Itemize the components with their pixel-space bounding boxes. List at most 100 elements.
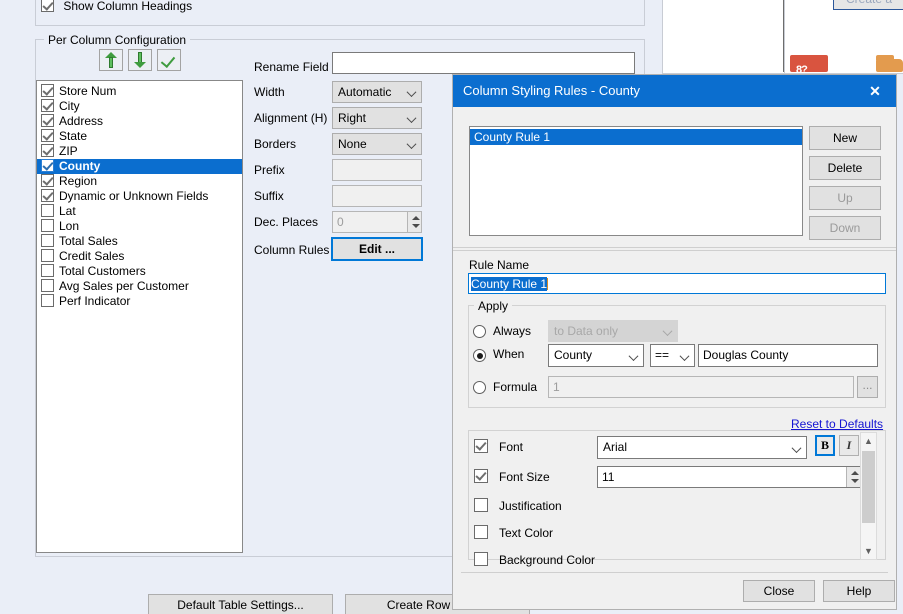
apply-formula-radio[interactable] bbox=[473, 381, 486, 394]
column-list-item[interactable]: Total Customers bbox=[37, 264, 242, 279]
column-checkbox[interactable] bbox=[41, 249, 54, 262]
reset-to-defaults-link[interactable]: Reset to Defaults bbox=[791, 417, 883, 431]
style-option-checkbox[interactable] bbox=[474, 469, 488, 483]
column-list-item[interactable]: Region bbox=[37, 174, 242, 189]
rule-name-label: Rule Name bbox=[469, 258, 530, 272]
italic-button[interactable]: I bbox=[839, 435, 859, 456]
style-option-checkbox[interactable] bbox=[474, 552, 488, 566]
column-checkbox[interactable] bbox=[41, 264, 54, 277]
column-checkbox[interactable] bbox=[41, 219, 54, 232]
column-checkbox[interactable] bbox=[41, 114, 54, 127]
column-checkbox[interactable] bbox=[41, 279, 54, 292]
column-list-item[interactable]: Perf Indicator bbox=[37, 294, 242, 309]
prefix-input[interactable] bbox=[332, 159, 422, 181]
column-list-item[interactable]: Lat bbox=[37, 204, 242, 219]
scrollbar-thumb[interactable] bbox=[862, 451, 875, 523]
apply-when-label: When bbox=[493, 347, 525, 361]
show-column-headings-checkbox[interactable] bbox=[41, 0, 54, 12]
check-all-button[interactable] bbox=[157, 49, 181, 71]
chevron-down-icon bbox=[791, 442, 802, 453]
apply-always-radio[interactable] bbox=[473, 325, 486, 338]
rename-field-input[interactable] bbox=[332, 52, 635, 74]
column-list-item[interactable]: Dynamic or Unknown Fields bbox=[37, 189, 242, 204]
dialog-title: Column Styling Rules - County bbox=[463, 83, 641, 98]
chevron-down-icon bbox=[679, 350, 690, 361]
font-size-input[interactable]: 11 bbox=[597, 466, 861, 488]
edit-column-rules-button[interactable]: Edit ... bbox=[331, 237, 423, 261]
alignment-select[interactable]: Right bbox=[332, 107, 422, 129]
style-option-checkbox[interactable] bbox=[474, 498, 488, 512]
rule-name-input[interactable]: County Rule 1 bbox=[468, 273, 886, 294]
apply-when-field-select[interactable]: County bbox=[548, 344, 644, 367]
column-checkbox[interactable] bbox=[41, 84, 54, 97]
column-list-item[interactable]: Avg Sales per Customer bbox=[37, 279, 242, 294]
apply-when-value-input[interactable]: Douglas County bbox=[698, 344, 878, 367]
dialog-separator-bottom bbox=[453, 250, 896, 251]
apply-when-radio[interactable] bbox=[473, 349, 486, 362]
column-checkbox[interactable] bbox=[41, 99, 54, 112]
close-icon[interactable]: ✕ bbox=[854, 75, 896, 107]
rules-list-item[interactable]: County Rule 1 bbox=[470, 129, 802, 145]
rule-down-button[interactable]: Down bbox=[809, 216, 881, 240]
dialog-titlebar[interactable]: Column Styling Rules - County ✕ bbox=[453, 75, 896, 107]
column-list-item[interactable]: Lon bbox=[37, 219, 242, 234]
font-size-stepper[interactable] bbox=[846, 467, 860, 487]
style-option-checkbox[interactable] bbox=[474, 525, 488, 539]
column-list-item[interactable]: State bbox=[37, 129, 242, 144]
column-list-item[interactable]: Address bbox=[37, 114, 242, 129]
apply-always-label: Always bbox=[493, 324, 532, 338]
column-label: Avg Sales per Customer bbox=[59, 279, 189, 293]
move-up-button[interactable] bbox=[99, 49, 123, 71]
create-button-background[interactable]: Create a bbox=[833, 0, 903, 10]
column-label: Total Sales bbox=[59, 234, 118, 248]
rule-new-button[interactable]: New bbox=[809, 126, 881, 150]
column-checkbox[interactable] bbox=[41, 294, 54, 307]
stepper-up-icon[interactable] bbox=[412, 216, 420, 220]
style-options-scrollbar[interactable]: ▲ ▼ bbox=[860, 432, 877, 560]
scroll-up-icon[interactable]: ▲ bbox=[861, 433, 876, 449]
font-select[interactable]: Arial bbox=[597, 436, 807, 459]
dec-places-label: Dec. Places bbox=[254, 215, 319, 229]
column-checkbox[interactable] bbox=[41, 189, 54, 202]
column-checkbox[interactable] bbox=[41, 174, 54, 187]
apply-formula-browse-button[interactable]: ... bbox=[857, 376, 878, 398]
stepper-down-icon[interactable] bbox=[412, 224, 420, 228]
show-column-headings-row[interactable]: Show Column Headings bbox=[41, 0, 261, 15]
column-list[interactable]: Store Num City Address State ZIP County Region… bbox=[36, 80, 243, 553]
chevron-down-icon bbox=[662, 326, 673, 337]
column-list-item[interactable]: County bbox=[37, 159, 242, 174]
column-checkbox[interactable] bbox=[41, 129, 54, 142]
column-list-item[interactable]: Store Num bbox=[37, 84, 242, 99]
text-caret bbox=[547, 278, 549, 290]
style-option-checkbox[interactable] bbox=[474, 439, 488, 453]
column-checkbox[interactable] bbox=[41, 204, 54, 217]
column-checkbox[interactable] bbox=[41, 144, 54, 157]
column-checkbox[interactable] bbox=[41, 234, 54, 247]
apply-formula-input[interactable]: 1 bbox=[548, 376, 854, 398]
column-label: Lat bbox=[59, 204, 76, 218]
column-list-item[interactable]: City bbox=[37, 99, 242, 114]
borders-select[interactable]: None bbox=[332, 133, 422, 155]
help-button[interactable]: Help bbox=[823, 580, 895, 602]
move-down-button[interactable] bbox=[128, 49, 152, 71]
column-list-item[interactable]: Total Sales bbox=[37, 234, 242, 249]
style-option-label: Font bbox=[499, 440, 524, 454]
suffix-input[interactable] bbox=[332, 185, 422, 207]
stepper-down-icon[interactable] bbox=[851, 479, 859, 483]
alignment-value: Right bbox=[338, 111, 367, 125]
close-button[interactable]: Close bbox=[743, 580, 815, 602]
scroll-down-icon[interactable]: ▼ bbox=[861, 543, 876, 559]
column-list-item[interactable]: ZIP bbox=[37, 144, 242, 159]
stepper-up-icon[interactable] bbox=[851, 471, 859, 475]
apply-when-operator-select[interactable]: == bbox=[650, 344, 695, 367]
rules-listbox[interactable]: County Rule 1 bbox=[469, 126, 803, 236]
rules-list-body: County Rule 1 bbox=[470, 127, 802, 145]
column-list-item[interactable]: Credit Sales bbox=[37, 249, 242, 264]
default-table-settings-button[interactable]: Default Table Settings... bbox=[148, 594, 333, 614]
rule-delete-button[interactable]: Delete bbox=[809, 156, 881, 180]
column-checkbox[interactable] bbox=[41, 159, 54, 172]
rule-up-button[interactable]: Up bbox=[809, 186, 881, 210]
width-select[interactable]: Automatic bbox=[332, 81, 422, 103]
dec-places-stepper[interactable] bbox=[407, 212, 421, 232]
bold-button[interactable]: B bbox=[815, 435, 835, 456]
